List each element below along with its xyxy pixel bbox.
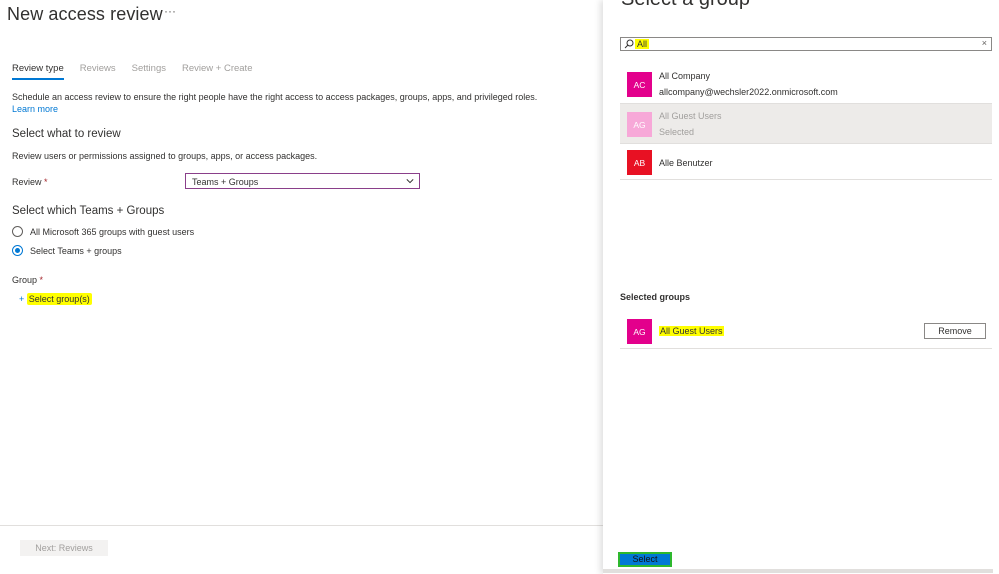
review-label: Review * [12, 177, 48, 187]
avatar: AB [627, 150, 652, 175]
remove-button[interactable]: Remove [924, 323, 986, 339]
description-text: Schedule an access review to ensure the … [12, 92, 538, 102]
learn-more-link[interactable]: Learn more [12, 104, 58, 114]
section-heading-which: Select which Teams + Groups [12, 205, 165, 217]
next-reviews-button[interactable]: Next: Reviews [20, 540, 108, 556]
tab-review-create[interactable]: Review + Create [182, 63, 253, 74]
radio-label: All Microsoft 365 groups with guest user… [30, 226, 195, 237]
search-input[interactable]: All × [620, 37, 992, 51]
radio-button[interactable] [12, 245, 23, 256]
radio-all-m365-groups[interactable]: All Microsoft 365 groups with guest user… [12, 226, 194, 237]
result-row-all-guest-users[interactable]: AG All Guest Users Selected [620, 104, 992, 144]
selected-group-row: AG All Guest Users Remove [620, 314, 992, 349]
section-heading-what: Select what to review [12, 128, 121, 140]
selected-groups-heading: Selected groups [620, 292, 691, 302]
tab-review-type[interactable]: Review type [12, 63, 64, 80]
selected-group-name: All Guest Users [659, 326, 724, 336]
search-value: All [635, 39, 650, 49]
access-review-page: New access review ··· Review type Review… [0, 0, 603, 574]
result-name: All Company [659, 71, 711, 81]
tab-settings[interactable]: Settings [132, 63, 166, 74]
horizontal-scrollbar[interactable] [603, 569, 993, 573]
footer-divider [0, 525, 603, 526]
section-what-description: Review users or permissions assigned to … [12, 151, 318, 161]
avatar: AG [627, 319, 652, 344]
panel-title: Select a group [621, 0, 750, 11]
review-type-value: Teams + Groups [192, 177, 259, 187]
tab-reviews[interactable]: Reviews [80, 63, 116, 74]
select-groups-text: Select group(s) [26, 293, 92, 305]
plus-icon: + [19, 294, 25, 304]
clear-search-icon[interactable]: × [982, 38, 987, 48]
radio-select-teams-groups[interactable]: Select Teams + groups [12, 245, 122, 256]
select-groups-link[interactable]: + Select group(s) [19, 293, 92, 305]
radio-button[interactable] [12, 226, 23, 237]
result-row-all-company[interactable]: AC All Company allcompany@wechsler2022.o… [620, 64, 992, 104]
review-label-text: Review [12, 177, 42, 187]
wizard-tabs: Review type Reviews Settings Review + Cr… [12, 63, 268, 80]
result-email: allcompany@wechsler2022.onmicrosoft.com [659, 87, 838, 97]
radio-label: Select Teams + groups [30, 245, 122, 256]
result-row-alle-benutzer[interactable]: AB Alle Benutzer [620, 144, 992, 180]
group-label-text: Group [12, 275, 38, 285]
required-indicator: * [39, 275, 44, 285]
select-button[interactable]: Select [618, 552, 672, 567]
avatar: AC [627, 72, 652, 97]
result-name: All Guest Users [659, 111, 722, 121]
avatar: AG [627, 112, 652, 137]
review-type-dropdown[interactable]: Teams + Groups [185, 173, 420, 189]
required-indicator: * [44, 177, 48, 187]
page-title: New access review [7, 4, 163, 24]
more-options-button[interactable]: ··· [164, 4, 176, 18]
result-name: Alle Benutzer [659, 158, 713, 168]
group-label: Group * [12, 275, 43, 285]
chevron-down-icon [406, 179, 414, 184]
description: Schedule an access review to ensure the … [12, 91, 582, 115]
result-status: Selected [659, 127, 695, 137]
search-icon [624, 39, 634, 49]
select-group-panel: Select a group All × AC All Company allc… [603, 0, 999, 574]
